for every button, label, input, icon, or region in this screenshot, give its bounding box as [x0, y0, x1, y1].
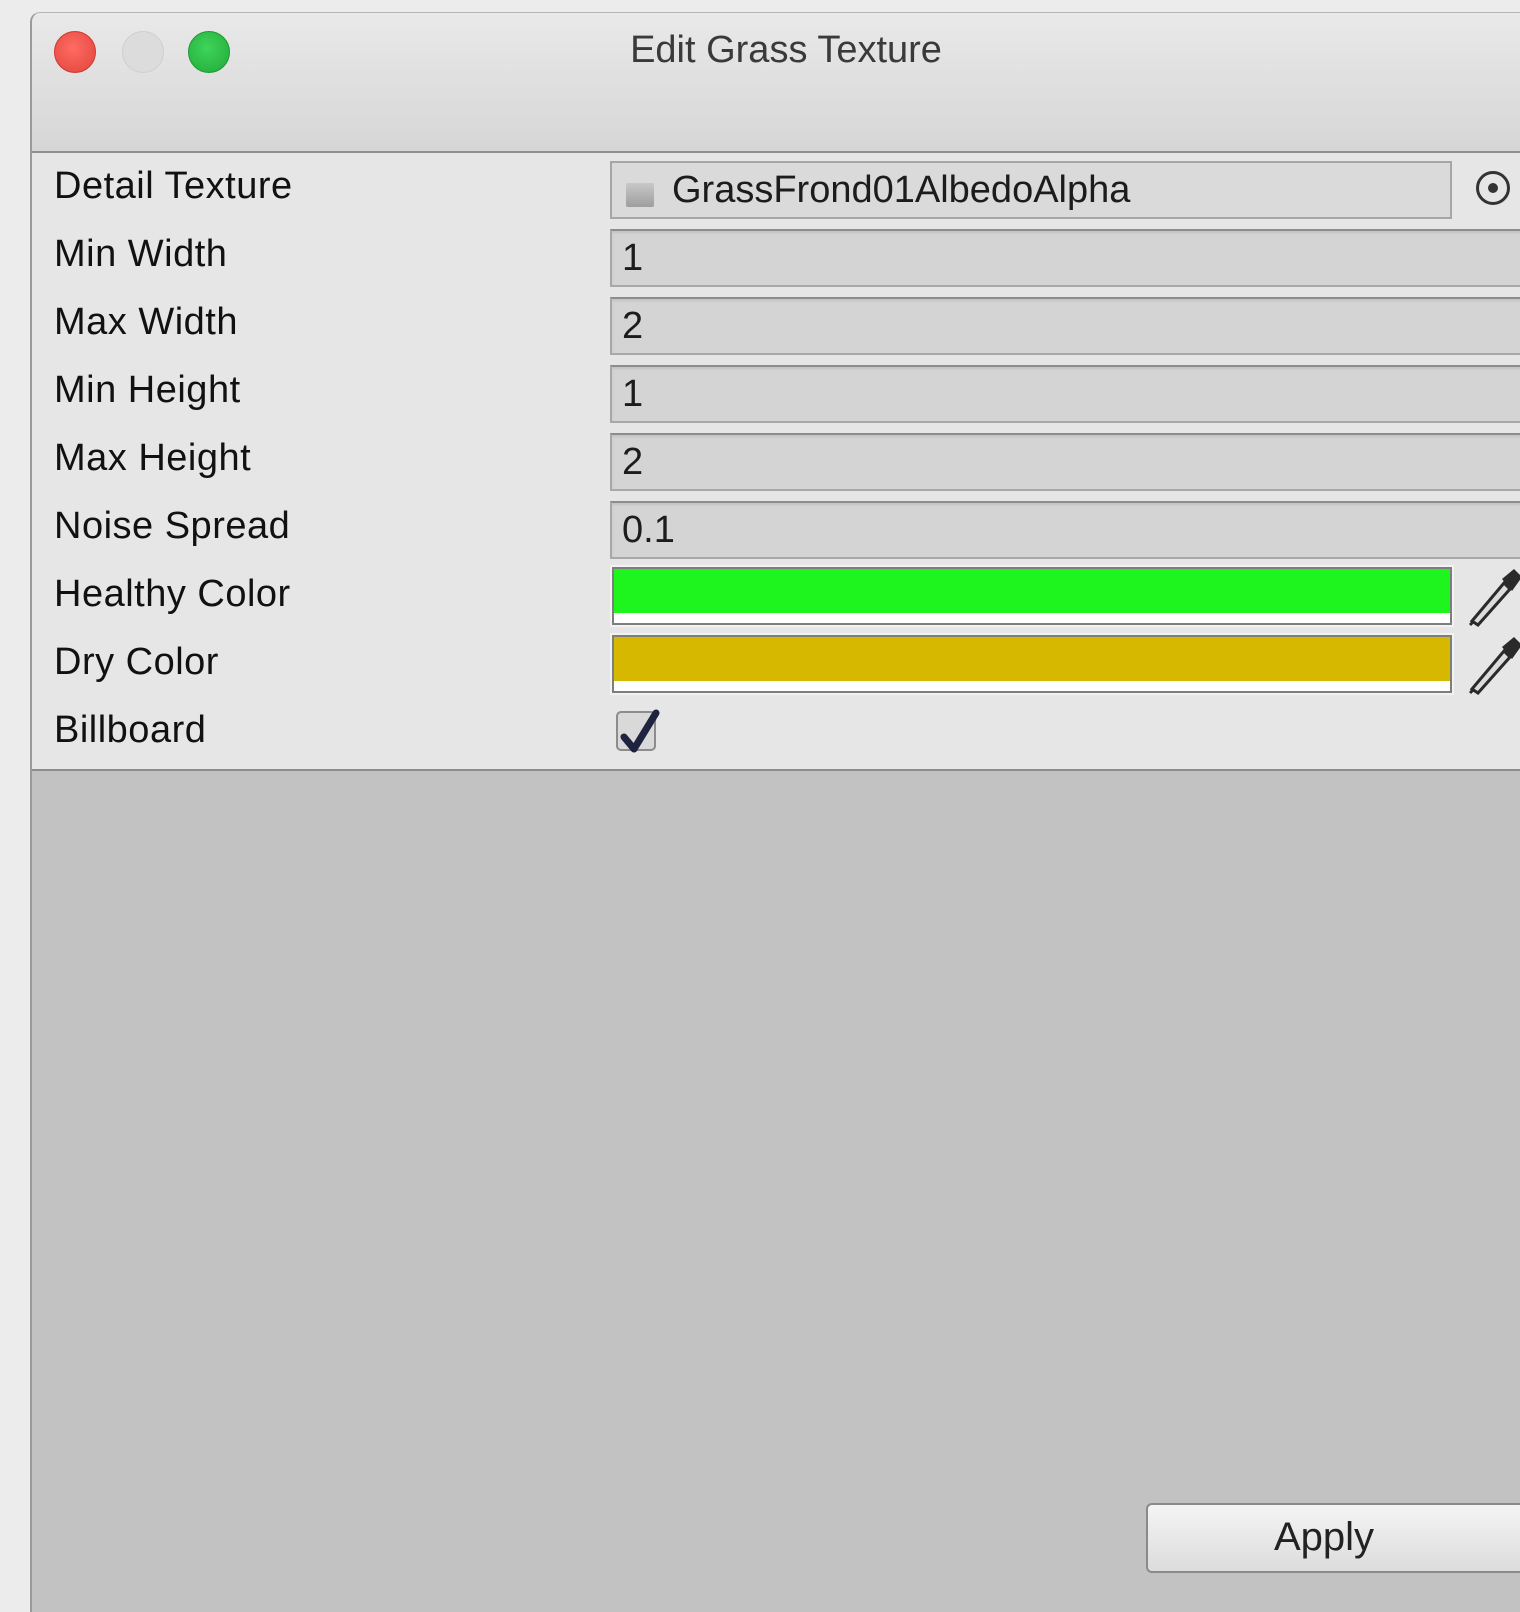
row-noise-spread: Noise Spread 0.1 — [32, 497, 1520, 565]
detail-texture-value: GrassFrond01AlbedoAlpha — [672, 169, 1131, 211]
row-max-width: Max Width 2 — [32, 293, 1520, 361]
checkmark-icon — [620, 709, 660, 753]
min-width-label: Min Width — [54, 233, 228, 275]
max-width-label: Max Width — [54, 301, 238, 343]
max-width-input[interactable]: 2 — [610, 297, 1520, 355]
noise-spread-label: Noise Spread — [54, 505, 291, 547]
noise-spread-input[interactable]: 0.1 — [610, 501, 1520, 559]
row-billboard: Billboard — [32, 701, 1520, 769]
dry-color-alpha-bar — [614, 681, 1450, 691]
healthy-color-label: Healthy Color — [54, 573, 291, 615]
max-height-input[interactable]: 2 — [610, 433, 1520, 491]
row-dry-color: Dry Color — [32, 633, 1520, 701]
eyedropper-icon[interactable] — [1464, 633, 1520, 697]
healthy-color-swatch[interactable] — [612, 567, 1452, 625]
billboard-label: Billboard — [54, 709, 207, 751]
dry-color-swatch[interactable] — [612, 635, 1452, 693]
row-detail-texture: Detail Texture GrassFrond01AlbedoAlpha — [32, 157, 1520, 225]
texture-thumbnail-icon — [626, 183, 654, 207]
row-min-width: Min Width 1 — [32, 225, 1520, 293]
apply-button[interactable]: Apply — [1146, 1503, 1520, 1573]
dry-color-fill — [614, 637, 1450, 681]
dry-color-label: Dry Color — [54, 641, 219, 683]
min-width-input[interactable]: 1 — [610, 229, 1520, 287]
min-height-input[interactable]: 1 — [610, 365, 1520, 423]
billboard-checkbox[interactable] — [616, 709, 660, 753]
edit-grass-texture-window: Edit Grass Texture Detail Texture GrassF… — [30, 12, 1520, 1612]
window-title: Edit Grass Texture — [630, 29, 942, 71]
title-bar[interactable]: Edit Grass Texture — [32, 13, 1520, 153]
eyedropper-icon[interactable] — [1464, 565, 1520, 629]
row-max-height: Max Height 2 — [32, 429, 1520, 497]
detail-texture-field[interactable]: GrassFrond01AlbedoAlpha — [610, 161, 1452, 219]
row-min-height: Min Height 1 — [32, 361, 1520, 429]
max-height-label: Max Height — [54, 437, 252, 479]
properties-panel: Detail Texture GrassFrond01AlbedoAlpha M… — [32, 153, 1520, 771]
row-healthy-color: Healthy Color — [32, 565, 1520, 633]
min-height-label: Min Height — [54, 369, 241, 411]
healthy-color-fill — [614, 569, 1450, 613]
detail-texture-label: Detail Texture — [54, 165, 293, 207]
healthy-color-alpha-bar — [614, 613, 1450, 623]
object-picker-icon[interactable] — [1476, 171, 1510, 205]
